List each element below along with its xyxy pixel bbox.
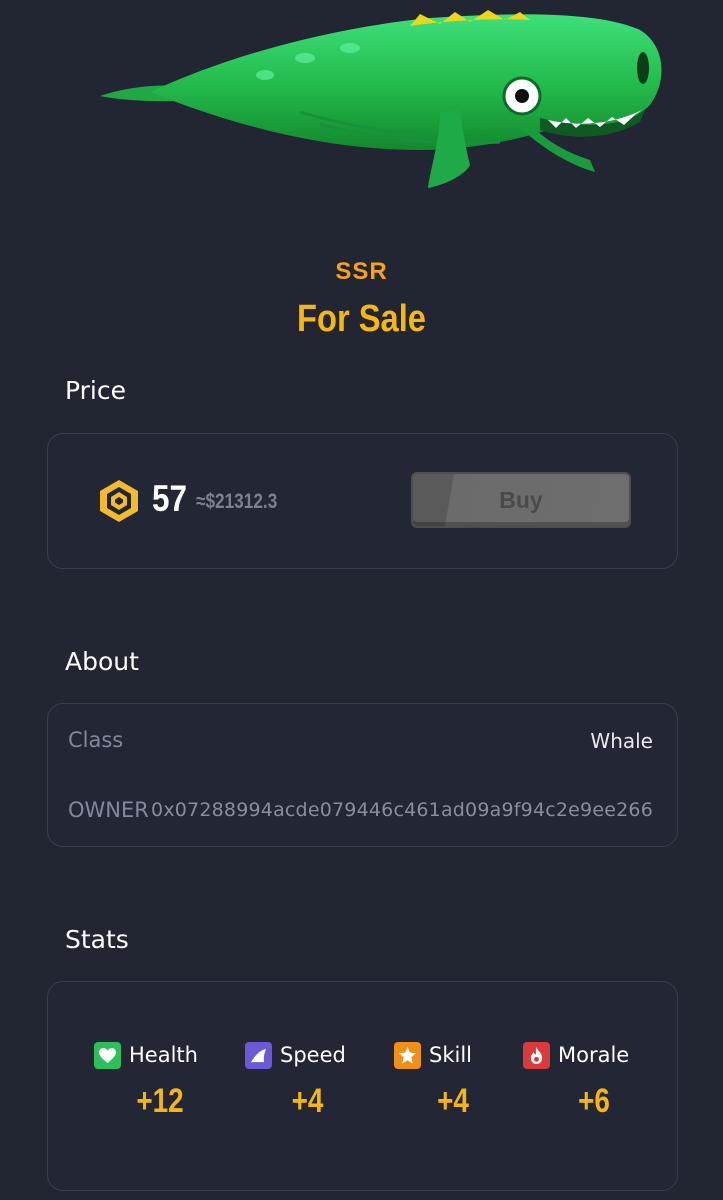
about-card: Class Whale OWNER 0x07288994acde079446c4… [47,703,678,847]
stat-label: Morale [558,1043,630,1067]
price-amount: 57 [152,478,187,519]
stat-value: +4 [437,1082,469,1120]
star-icon [394,1041,421,1069]
owner-address[interactable]: 0x07288994acde079446c461ad09a9f94c2e9ee2… [151,799,653,821]
price-section-title: Price [65,376,126,405]
stat-health: Health +12 [94,1040,244,1121]
about-section-title: About [65,647,139,676]
stat-label: Skill [429,1043,472,1067]
stat-speed: Speed +4 [245,1040,395,1121]
fin-icon [245,1041,272,1069]
stat-label: Health [129,1043,198,1067]
stats-card: Health +12 Speed +4 Skill +4 Morale +6 [47,981,678,1191]
stat-value: +6 [578,1082,610,1120]
stat-label: Speed [280,1043,346,1067]
flame-icon [523,1041,550,1069]
rarity-label: SSR [335,258,388,285]
stat-value: +12 [136,1082,184,1120]
whale-image [0,0,723,230]
price-usd-estimate: ≈$21312.3 [196,490,278,513]
class-label: Class [68,728,124,752]
stat-skill: Skill +4 [394,1040,544,1121]
sale-status: For Sale [297,298,426,340]
buy-button[interactable]: Buy [411,472,631,528]
bnb-icon [96,478,142,524]
price-card: 57 ≈$21312.3 Buy [47,433,678,569]
class-value: Whale [590,729,653,753]
stat-morale: Morale +6 [523,1040,673,1121]
stat-value: +4 [291,1082,324,1120]
heart-icon [94,1041,121,1069]
owner-label: OWNER [68,798,149,822]
stats-section-title: Stats [65,925,129,954]
